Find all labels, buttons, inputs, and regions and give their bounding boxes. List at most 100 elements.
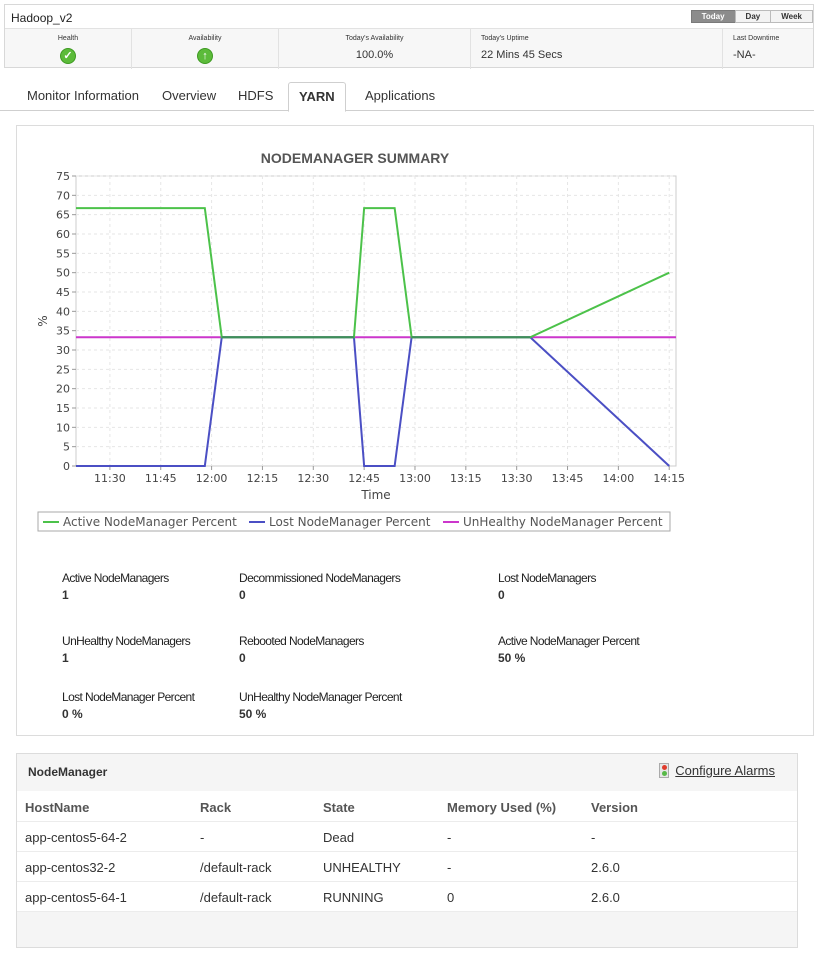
metric-value-unhealthy-nodemanagers: 1 [62,651,69,665]
x-tick-label: 12:00 [196,472,228,485]
metric-label-lost-nodemanager-percent: Lost NodeManager Percent [62,690,195,704]
cell-rack: /default-rack [200,860,272,875]
cell-version: 2.6.0 [591,860,620,875]
y-tick-label: 65 [56,209,70,222]
todays-availability-label: Today's Availability [345,35,404,42]
x-tick-label: 13:45 [552,472,584,485]
table-header-row: HostName Rack State Memory Used (%) Vers… [17,791,797,822]
y-tick-label: 25 [56,363,70,376]
y-tick-label: 70 [56,189,70,202]
cell-rack: /default-rack [200,890,272,905]
nodemanager-summary-panel: NODEMANAGER SUMMARY 0 5 10 15 20 25 30 35 40 45 50… [16,125,814,736]
legend-label-lost-nodemanager-percent: Lost NodeManager Percent [269,515,431,529]
x-tick-label: 14:15 [653,472,685,485]
y-tick-label: 10 [56,421,70,434]
x-tick-label: 14:00 [603,472,635,485]
availability-stat: Availability ↑ [132,29,279,69]
title-row: Hadoop_v2 Today Day Week [5,5,813,29]
tab-monitor-information[interactable]: Monitor Information [27,82,139,111]
tab-overview[interactable]: Overview [162,82,216,111]
y-tick-label: 20 [56,383,70,396]
cell-version: 2.6.0 [591,890,620,905]
x-tick-label: 12:30 [297,472,329,485]
period-tabs: Today Day Week [690,10,813,23]
x-tick-label: 12:45 [348,472,380,485]
last-downtime-value: -NA- [733,49,756,61]
cell-memory-used: - [447,860,452,875]
health-label: Health [57,35,79,42]
cell-rack: - [200,830,205,845]
todays-uptime-stat: Today's Uptime 22 Mins 45 Secs [471,29,723,69]
metric-label-rebooted-nodemanagers: Rebooted NodeManagers [239,634,364,648]
period-tab-week[interactable]: Week [770,10,813,23]
metric-value-lost-nodemanagers: 0 [498,588,505,602]
tab-yarn[interactable]: YARN [288,82,346,112]
y-tick-label: 55 [56,247,70,260]
availability-label: Availability [188,35,222,42]
last-downtime-label: Last Downtime [733,35,780,42]
y-tick-label: 5 [63,441,70,454]
x-axis-label: Time [360,488,390,502]
metric-value-lost-nodemanager-percent: 0 % [62,707,83,721]
monitor-tabs: Monitor Information Overview HDFS YARN A… [0,82,814,112]
nodemanager-panel-header: NodeManager Configure Alarms [17,754,797,790]
configure-alarms-link[interactable]: Configure Alarms [675,763,775,778]
metric-value-active-nodemanagers: 1 [62,588,69,602]
monitor-title: Hadoop_v2 [11,11,73,25]
x-tick-label: 11:45 [145,472,177,485]
column-header-state[interactable]: State [323,800,355,815]
configure-alarms[interactable]: Configure Alarms [659,763,775,778]
y-tick-label: 50 [56,267,70,280]
table-row: app-centos5-64-2 - Dead - - [17,822,797,852]
period-tab-today[interactable]: Today [690,10,736,23]
cell-state: RUNNING [323,890,384,905]
todays-availability-stat: Today's Availability 100.0% [279,29,471,69]
x-tick-label: 13:30 [501,472,533,485]
nodemanager-panel: NodeManager Configure Alarms HostName Ra… [16,753,798,948]
y-tick-label: 40 [56,305,70,318]
metric-value-unhealthy-nodemanager-percent: 50 % [239,707,267,721]
traffic-light-icon [659,763,670,778]
cell-hostname: app-centos32-2 [25,860,116,875]
y-tick-label: 35 [56,325,70,338]
y-tick-label: 0 [63,460,70,473]
table-row: app-centos5-64-1 /default-rack RUNNING 0… [17,882,797,912]
column-header-rack[interactable]: Rack [200,800,231,815]
cell-memory-used: - [447,830,452,845]
legend-label-active-nodemanager-percent: Active NodeManager Percent [63,515,237,529]
x-tick-label: 12:15 [247,472,279,485]
tab-hdfs[interactable]: HDFS [238,82,273,111]
tab-applications[interactable]: Applications [365,82,435,111]
y-tick-label: 30 [56,344,70,357]
metric-label-decommissioned-nodemanagers: Decommissioned NodeManagers [239,571,401,585]
metric-label-active-nodemanagers: Active NodeManagers [62,571,169,585]
monitor-header: Hadoop_v2 Today Day Week Health ✓ Availa… [4,4,814,69]
column-header-hostname[interactable]: HostName [25,800,89,815]
x-tick-label: 13:00 [399,472,431,485]
x-tick-label: 11:30 [94,472,126,485]
y-tick-label: 60 [56,228,70,241]
up-arrow-icon: ↑ [197,48,213,64]
metric-value-decommissioned-nodemanagers: 0 [239,588,246,602]
todays-availability-value: 100.0% [355,49,394,61]
metric-value-active-nodemanager-percent: 50 % [498,651,526,665]
cell-state: UNHEALTHY [323,860,401,875]
table-row: app-centos32-2 /default-rack UNHEALTHY -… [17,852,797,882]
cell-hostname: app-centos5-64-2 [25,830,127,845]
column-header-memory-used[interactable]: Memory Used (%) [447,800,556,815]
cell-state: Dead [323,830,355,845]
cell-hostname: app-centos5-64-1 [25,890,127,905]
y-axis-label: % [36,315,50,326]
nodemanager-title: NodeManager [28,765,108,779]
plot-area [75,175,677,467]
nodemanager-table: HostName Rack State Memory Used (%) Vers… [17,791,797,912]
column-header-version[interactable]: Version [591,800,638,815]
check-circle-icon: ✓ [60,48,76,64]
period-tab-day[interactable]: Day [734,10,772,23]
metric-value-rebooted-nodemanagers: 0 [239,651,246,665]
todays-uptime-label: Today's Uptime [481,35,529,42]
nodemanager-summary-chart: 0 5 10 15 20 25 30 35 40 45 50 55 60 65 70 75 11:30 11:45… [36,170,685,532]
stats-row: Health ✓ Availability ↑ Today's Availabi… [5,29,813,69]
metric-label-unhealthy-nodemanager-percent: UnHealthy NodeManager Percent [239,690,402,704]
y-tick-label: 45 [56,286,70,299]
